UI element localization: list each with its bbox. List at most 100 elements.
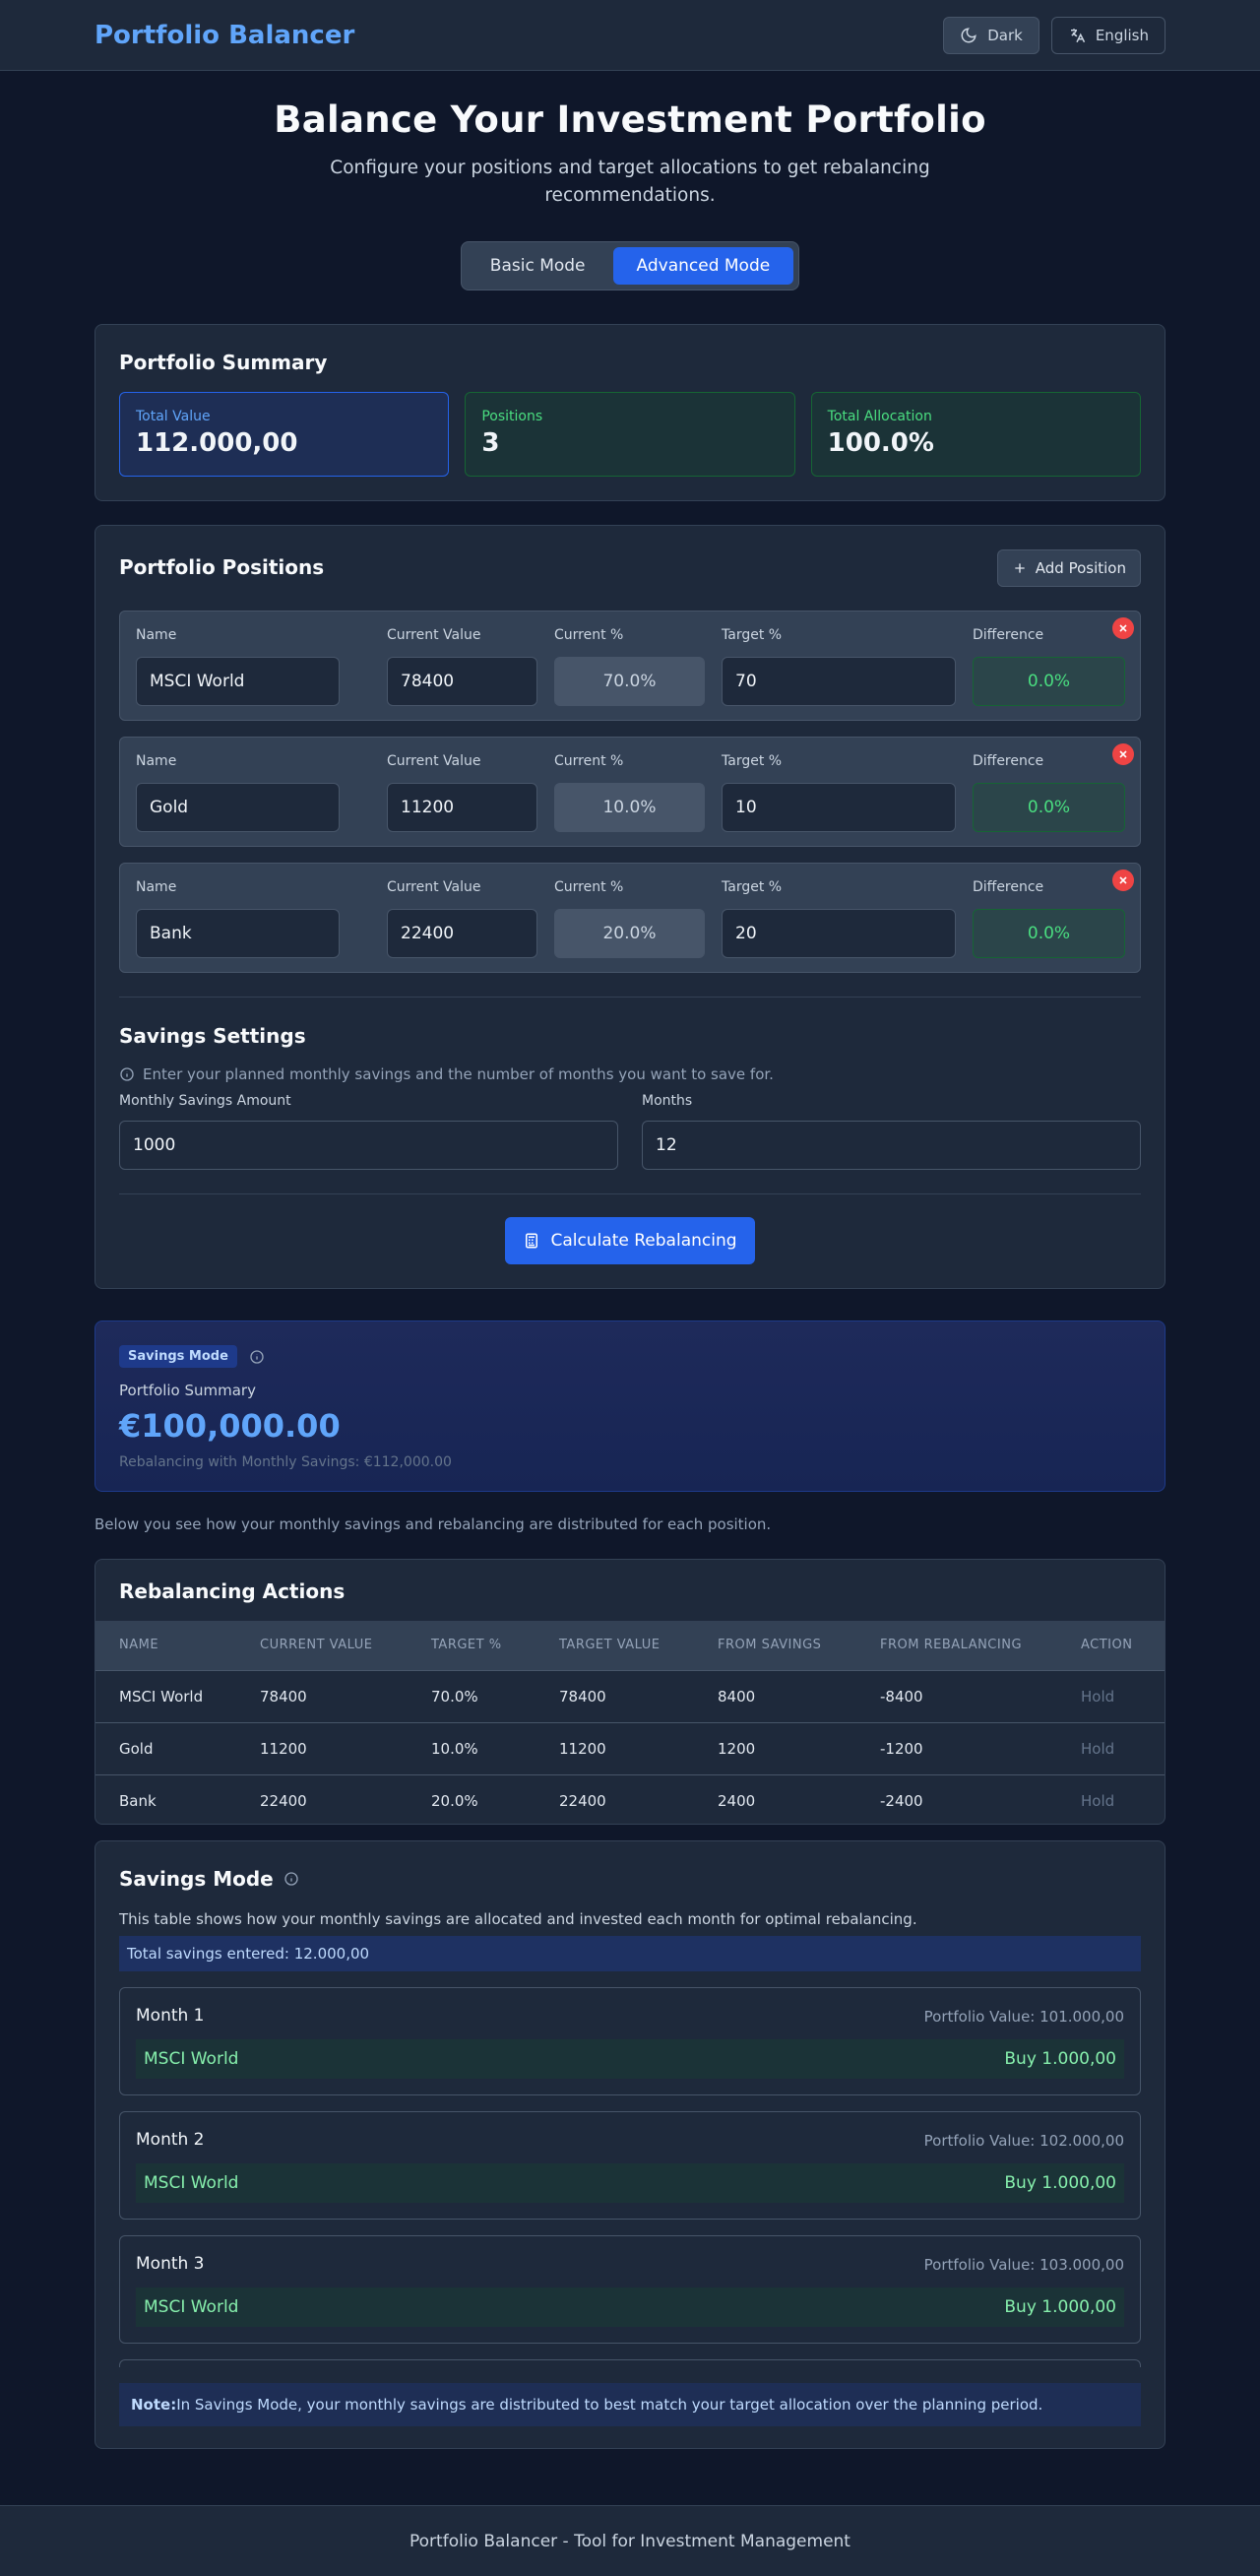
buy-amount: Buy 1.000,00 bbox=[1004, 2049, 1116, 2069]
info-icon[interactable] bbox=[284, 1871, 299, 1887]
hero-section: Balance Your Investment Portfolio Config… bbox=[0, 71, 1260, 290]
allocation-value: 100.0% bbox=[827, 428, 934, 458]
advanced-mode-button[interactable]: Advanced Mode bbox=[612, 247, 794, 285]
month-card: Month 1 Portfolio Value: 101.000,00 MSCI… bbox=[119, 1987, 1141, 2095]
actions-title: Rebalancing Actions bbox=[119, 1579, 346, 1603]
month-title: Month 3 bbox=[136, 2254, 205, 2274]
cell-action: Hold bbox=[1057, 1773, 1165, 1824]
difference-label: Difference bbox=[973, 879, 1044, 895]
current-pct-field: 20.0% bbox=[554, 909, 705, 958]
actions-table: NAME CURRENT VALUE TARGET % TARGET VALUE… bbox=[95, 1621, 1165, 1824]
months-input[interactable]: 12 bbox=[642, 1121, 1141, 1170]
allocation-box: Total Allocation 100.0% bbox=[810, 392, 1141, 477]
cell-current-value: 11200 bbox=[236, 1721, 408, 1774]
current-pct-field: 70.0% bbox=[554, 657, 705, 706]
difference-field: 0.0% bbox=[973, 783, 1125, 832]
target-pct-label: Target % bbox=[722, 879, 783, 895]
monthly-savings-input[interactable]: 1000 bbox=[119, 1121, 618, 1170]
name-label: Name bbox=[136, 753, 177, 769]
cell-action: Hold bbox=[1057, 1721, 1165, 1774]
buy-amount: Buy 1.000,00 bbox=[1004, 2173, 1116, 2193]
portfolio-summary-card: Portfolio Summary Total Value 112.000,00… bbox=[94, 324, 1166, 501]
info-icon[interactable] bbox=[249, 1349, 265, 1365]
current-value-label: Current Value bbox=[387, 627, 481, 643]
calculate-rebalancing-button[interactable]: Calculate Rebalancing bbox=[505, 1217, 755, 1264]
table-header: NAME CURRENT VALUE TARGET % TARGET VALUE… bbox=[95, 1621, 1165, 1670]
current-value-input[interactable]: 78400 bbox=[387, 657, 537, 706]
total-value-box: Total Value 112.000,00 bbox=[119, 392, 450, 477]
moon-icon bbox=[960, 27, 977, 44]
name-label: Name bbox=[136, 627, 177, 643]
note-label: Note: bbox=[131, 2396, 177, 2414]
plus-icon bbox=[1012, 560, 1028, 576]
savings-summary-card: Savings Mode Portfolio Summary €100,000.… bbox=[94, 1320, 1166, 1492]
note-text: In Savings Mode, your monthly savings ar… bbox=[176, 2396, 1043, 2414]
month-title: Month 1 bbox=[136, 2006, 205, 2026]
column-header: CURRENT VALUE bbox=[236, 1621, 408, 1670]
cell-target-pct: 20.0% bbox=[408, 1773, 536, 1824]
position-name-input[interactable]: Gold bbox=[136, 783, 340, 832]
language-label: English bbox=[1095, 26, 1149, 44]
current-value-input[interactable]: 11200 bbox=[387, 783, 537, 832]
divider bbox=[119, 997, 1141, 998]
position-name-input[interactable]: MSCI World bbox=[136, 657, 340, 706]
basic-mode-button[interactable]: Basic Mode bbox=[467, 247, 609, 285]
target-pct-input[interactable]: 70 bbox=[722, 657, 956, 706]
remove-position-button[interactable] bbox=[1112, 869, 1134, 891]
theme-toggle-button[interactable]: Dark bbox=[943, 16, 1040, 54]
position-row: Name Gold Current Value 11200 Current % 10.… bbox=[119, 737, 1141, 847]
add-position-label: Add Position bbox=[1035, 559, 1126, 577]
brand-logo[interactable]: Portfolio Balancer bbox=[94, 21, 354, 50]
rebalancing-actions-card: Rebalancing Actions NAME CURRENT VALUE T… bbox=[94, 1559, 1166, 1825]
month-card-partial bbox=[119, 2359, 1141, 2367]
current-pct-field: 10.0% bbox=[554, 783, 705, 832]
position-name-input[interactable]: Bank bbox=[136, 909, 340, 958]
cell-name: MSCI World bbox=[95, 1669, 236, 1722]
month-portfolio-value: Portfolio Value: 103.000,00 bbox=[923, 2256, 1124, 2274]
column-header: TARGET VALUE bbox=[536, 1621, 694, 1670]
info-icon bbox=[119, 1066, 135, 1082]
savings-summary-value: €100,000.00 bbox=[119, 1407, 341, 1445]
current-value-label: Current Value bbox=[387, 753, 481, 769]
cell-name: Gold bbox=[95, 1721, 236, 1774]
page-title: Balance Your Investment Portfolio bbox=[274, 98, 986, 141]
target-pct-input[interactable]: 10 bbox=[722, 783, 956, 832]
target-pct-input[interactable]: 20 bbox=[722, 909, 956, 958]
remove-position-button[interactable] bbox=[1112, 617, 1134, 639]
divider bbox=[119, 1193, 1141, 1194]
target-pct-label: Target % bbox=[722, 627, 783, 643]
savings-mode-desc: This table shows how your monthly saving… bbox=[119, 1910, 917, 1928]
current-pct-label: Current % bbox=[554, 627, 624, 643]
savings-hint-text: Enter your planned monthly savings and t… bbox=[143, 1065, 774, 1083]
savings-mode-title: Savings Mode bbox=[119, 1867, 274, 1891]
buy-asset: MSCI World bbox=[144, 2049, 239, 2069]
add-position-button[interactable]: Add Position bbox=[996, 549, 1141, 587]
column-header: FROM SAVINGS bbox=[694, 1621, 856, 1670]
positions-count: 3 bbox=[481, 428, 500, 458]
note-bar: Note: In Savings Mode, your monthly savi… bbox=[119, 2383, 1141, 2426]
total-value: 112.000,00 bbox=[136, 428, 298, 458]
buy-amount: Buy 1.000,00 bbox=[1004, 2297, 1116, 2317]
month-card: Month 2 Portfolio Value: 102.000,00 MSCI… bbox=[119, 2111, 1141, 2220]
table-row: Gold 11200 10.0% 11200 1200 -1200 Hold bbox=[95, 1721, 1165, 1774]
current-value-input[interactable]: 22400 bbox=[387, 909, 537, 958]
difference-label: Difference bbox=[973, 627, 1044, 643]
month-card: Month 3 Portfolio Value: 103.000,00 MSCI… bbox=[119, 2235, 1141, 2344]
name-label: Name bbox=[136, 879, 177, 895]
cell-target-value: 22400 bbox=[536, 1773, 694, 1824]
savings-mode-badge: Savings Mode bbox=[119, 1345, 237, 1368]
remove-position-button[interactable] bbox=[1112, 743, 1134, 765]
language-button[interactable]: English bbox=[1050, 16, 1166, 54]
month-portfolio-value: Portfolio Value: 102.000,00 bbox=[923, 2132, 1124, 2150]
cell-from-rebalancing: -1200 bbox=[856, 1721, 1057, 1774]
difference-field: 0.0% bbox=[973, 909, 1125, 958]
savings-settings-title: Savings Settings bbox=[119, 1024, 306, 1048]
cell-target-value: 78400 bbox=[536, 1669, 694, 1722]
buy-row: MSCI World Buy 1.000,00 bbox=[136, 2163, 1124, 2203]
savings-hint: Enter your planned monthly savings and t… bbox=[119, 1065, 774, 1083]
month-portfolio-value: Portfolio Value: 101.000,00 bbox=[923, 2008, 1124, 2026]
position-row: Name Bank Current Value 22400 Current % 20.… bbox=[119, 863, 1141, 973]
cell-target-pct: 70.0% bbox=[408, 1669, 536, 1722]
portfolio-positions-card: Portfolio Positions Add Position Name MSC… bbox=[94, 525, 1166, 1289]
difference-field: 0.0% bbox=[973, 657, 1125, 706]
